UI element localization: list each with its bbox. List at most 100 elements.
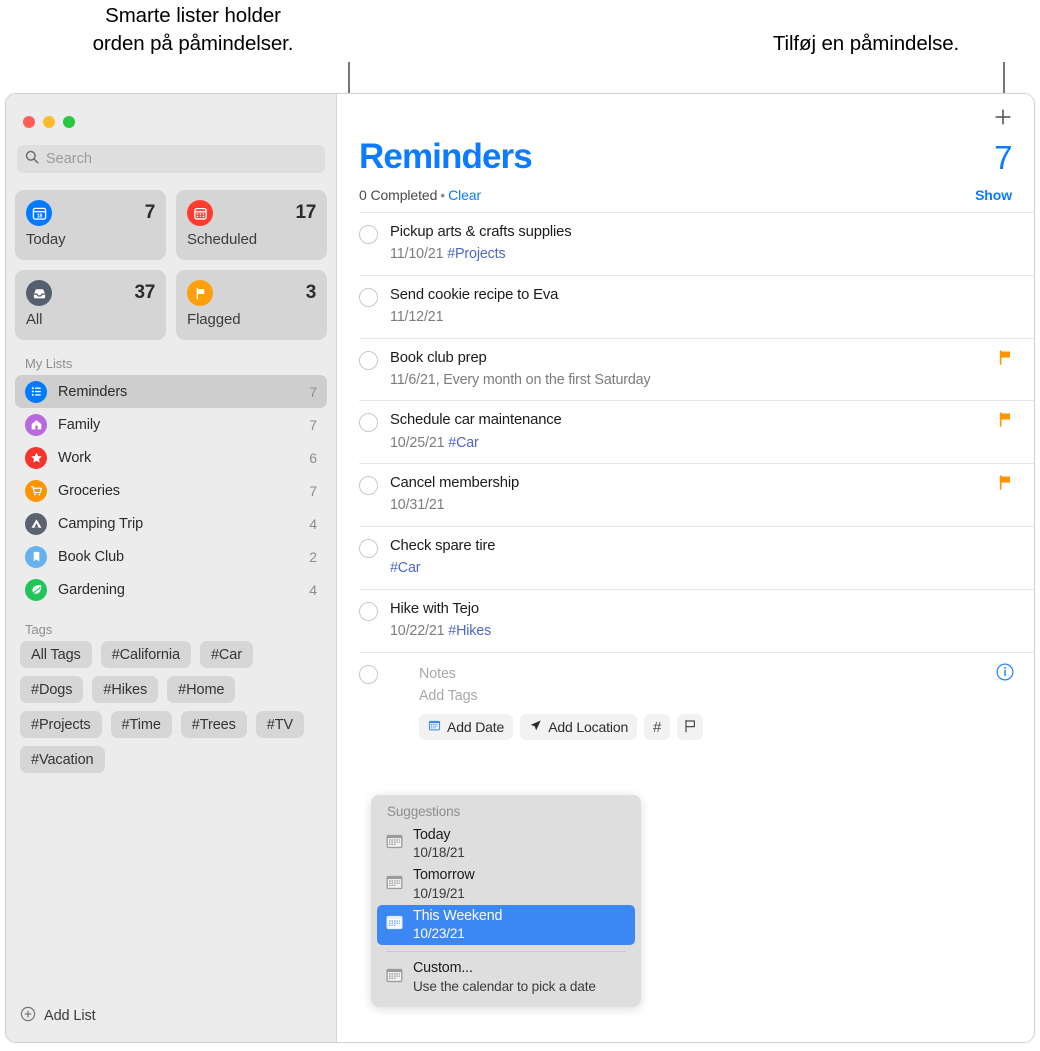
reminder-tag[interactable]: #Car bbox=[448, 435, 479, 451]
reminder-tag[interactable]: #Projects bbox=[447, 246, 505, 262]
main-toolbar bbox=[337, 94, 1034, 139]
sidebar-item-gardening[interactable]: Gardening 4 bbox=[15, 573, 327, 606]
my-lists-header: My Lists bbox=[25, 356, 73, 371]
complete-checkbox[interactable] bbox=[359, 287, 378, 307]
search-box[interactable] bbox=[17, 145, 325, 173]
completed-count-label: 0 Completed bbox=[359, 187, 438, 203]
add-list-button[interactable]: Add List bbox=[6, 998, 336, 1042]
complete-checkbox[interactable] bbox=[359, 664, 378, 684]
sidebar-item-label: Groceries bbox=[58, 482, 120, 499]
info-circle-icon[interactable] bbox=[996, 663, 1014, 686]
suggestion-subtitle: 10/19/21 bbox=[413, 885, 465, 901]
flag-indicator-icon[interactable] bbox=[999, 412, 1012, 432]
sidebar-item-label: Work bbox=[58, 449, 92, 466]
tag-chip-trees[interactable]: #Trees bbox=[180, 711, 247, 738]
complete-checkbox[interactable] bbox=[359, 413, 378, 433]
calendar-icon bbox=[385, 913, 404, 937]
callout-left-text: Smarte lister holder orden på påmindelse… bbox=[92, 4, 294, 56]
tag-chip-california[interactable]: #California bbox=[100, 641, 191, 668]
reminder-tag[interactable]: #Car bbox=[390, 560, 421, 576]
add-list-label: Add List bbox=[44, 1008, 96, 1024]
calendar-icon bbox=[385, 832, 404, 856]
tag-chip-home[interactable]: #Home bbox=[167, 676, 236, 703]
suggestion-subtitle: 10/18/21 bbox=[413, 845, 465, 861]
flag-indicator-icon[interactable] bbox=[999, 475, 1012, 495]
calendar-icon bbox=[385, 966, 404, 990]
add-reminder-button[interactable] bbox=[990, 104, 1016, 130]
smart-list-today[interactable]: 18 7 Today bbox=[15, 190, 166, 260]
complete-checkbox[interactable] bbox=[359, 350, 378, 370]
home-icon bbox=[25, 413, 47, 436]
add-tag-button[interactable]: # bbox=[644, 714, 671, 740]
reminder-title: Book club prep bbox=[390, 349, 487, 366]
complete-checkbox[interactable] bbox=[359, 476, 378, 496]
tag-chip-hikes[interactable]: #Hikes bbox=[92, 676, 159, 703]
complete-checkbox[interactable] bbox=[359, 539, 378, 559]
reminder-date: 11/6/21, Every month on the first Saturd… bbox=[390, 371, 651, 388]
table-row[interactable]: Check spare tire #Car bbox=[359, 526, 1034, 589]
show-completed-link[interactable]: Show bbox=[975, 187, 1012, 203]
tag-chip-projects[interactable]: #Projects bbox=[20, 711, 102, 738]
complete-checkbox[interactable] bbox=[359, 225, 378, 244]
suggestion-title: Today bbox=[413, 827, 451, 843]
toggle-flag-button[interactable] bbox=[677, 714, 704, 740]
location-arrow-icon bbox=[529, 719, 542, 735]
smart-list-flagged[interactable]: 3 Flagged bbox=[176, 270, 327, 340]
tag-chip-dogs[interactable]: #Dogs bbox=[20, 676, 84, 703]
reminder-title: Send cookie recipe to Eva bbox=[390, 286, 559, 303]
tags-list: All Tags #California #Car #Dogs #Hikes #… bbox=[6, 641, 336, 773]
reminder-meta: 10/31/21 bbox=[390, 496, 987, 515]
smart-list-all[interactable]: 37 All bbox=[15, 270, 166, 340]
reminder-meta: 11/10/21 #Projects bbox=[390, 245, 1012, 264]
reminder-tag[interactable]: #Hikes bbox=[448, 623, 491, 639]
search-input[interactable] bbox=[46, 151, 317, 167]
sidebar-item-work[interactable]: Work 6 bbox=[15, 441, 327, 474]
suggestion-item-today[interactable]: Today 10/18/21 bbox=[377, 824, 635, 864]
add-tags-placeholder[interactable]: Add Tags bbox=[390, 685, 1012, 707]
table-row[interactable]: Send cookie recipe to Eva 11/12/21 bbox=[359, 274, 1034, 338]
smart-list-label: All bbox=[26, 311, 43, 328]
status-separator: • bbox=[440, 187, 446, 203]
table-row[interactable]: Book club prep 11/6/21, Every month on t… bbox=[359, 337, 1034, 401]
new-reminder-editor[interactable]: Notes Add Tags Add Date Add Location # bbox=[359, 651, 1034, 752]
smart-list-count: 17 bbox=[295, 202, 316, 223]
sidebar-item-count: 7 bbox=[309, 416, 317, 433]
notes-placeholder[interactable]: Notes bbox=[390, 663, 1012, 685]
sidebar: 18 7 Today bbox=[6, 94, 337, 1042]
tag-chip-vacation[interactable]: #Vacation bbox=[20, 746, 105, 773]
tag-chip-all-tags[interactable]: All Tags bbox=[20, 641, 92, 668]
table-row[interactable]: Hike with Tejo 10/22/21 #Hikes bbox=[359, 588, 1034, 652]
tag-chip-car[interactable]: #Car bbox=[199, 641, 253, 668]
tag-chip-tv[interactable]: #TV bbox=[255, 711, 305, 738]
reminder-meta: #Car bbox=[390, 559, 1012, 578]
smart-list-scheduled[interactable]: 17 Scheduled bbox=[176, 190, 327, 260]
flag-indicator-icon[interactable] bbox=[999, 349, 1012, 370]
sidebar-item-book-club[interactable]: Book Club 2 bbox=[15, 540, 327, 573]
close-button[interactable] bbox=[23, 116, 35, 128]
complete-checkbox[interactable] bbox=[359, 601, 378, 621]
suggestion-title: Custom... bbox=[413, 960, 473, 977]
table-row[interactable]: Schedule car maintenance 10/25/21 #Car bbox=[359, 400, 1034, 463]
zoom-button[interactable] bbox=[63, 116, 75, 128]
add-date-button[interactable]: Add Date bbox=[419, 714, 514, 740]
table-row[interactable]: Pickup arts & crafts supplies 11/10/21 #… bbox=[359, 212, 1034, 275]
smart-list-count: 7 bbox=[144, 202, 156, 223]
scheduled-calendar-icon bbox=[187, 200, 213, 226]
cart-icon bbox=[25, 479, 47, 502]
sidebar-item-groceries[interactable]: Groceries 7 bbox=[15, 474, 327, 507]
clear-completed-link[interactable]: Clear bbox=[448, 187, 481, 203]
tag-chip-time[interactable]: #Time bbox=[110, 711, 172, 738]
suggestion-item-tomorrow[interactable]: Tomorrow 10/19/21 bbox=[377, 864, 635, 904]
suggestion-item-this-weekend[interactable]: This Weekend 10/23/21 bbox=[377, 904, 635, 946]
sidebar-item-reminders[interactable]: Reminders 7 bbox=[15, 375, 327, 408]
sidebar-item-count: 4 bbox=[309, 581, 317, 598]
table-row[interactable]: Cancel membership 10/31/21 bbox=[359, 463, 1034, 526]
reminders-list: Pickup arts & crafts supplies 11/10/21 #… bbox=[337, 212, 1034, 752]
add-location-label: Add Location bbox=[548, 719, 629, 735]
suggestion-item-custom[interactable]: Custom... Use the calendar to pick a dat… bbox=[377, 957, 635, 997]
add-location-button[interactable]: Add Location bbox=[520, 714, 638, 740]
minimize-button[interactable] bbox=[43, 116, 55, 128]
sidebar-item-family[interactable]: Family 7 bbox=[15, 408, 327, 441]
sidebar-item-camping-trip[interactable]: Camping Trip 4 bbox=[15, 507, 327, 540]
list-total-count: 7 bbox=[994, 139, 1012, 176]
